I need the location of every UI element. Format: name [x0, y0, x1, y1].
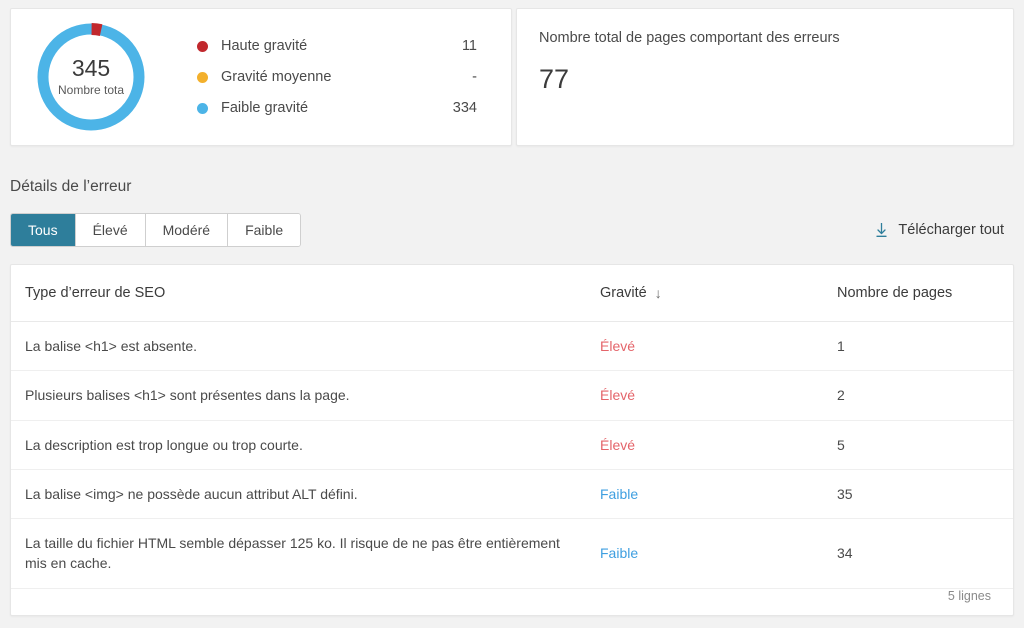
column-header-page-count-label: Nombre de pages — [837, 285, 953, 301]
table-body: La balise <h1> est absente. Élevé 1 Plus… — [11, 321, 1013, 589]
severity-summary-card: 345 Nombre tota Haute gravité 11 Gravité… — [10, 8, 512, 146]
table-header-row: Type d’erreur de SEO Gravité ↓ Nombre de… — [11, 265, 1013, 322]
download-arrow-icon — [876, 223, 888, 237]
legend-item: Gravité moyenne - — [197, 66, 477, 88]
legend-label: Gravité moyenne — [221, 69, 332, 85]
table-footer: 5 lignes — [11, 588, 1013, 615]
table-row[interactable]: La balise <h1> est absente. Élevé 1 — [11, 321, 1013, 372]
tab-modere[interactable]: Modéré — [145, 214, 229, 246]
tab-eleve[interactable]: Élevé — [75, 214, 146, 246]
tab-faible[interactable]: Faible — [228, 214, 301, 246]
cell-page-count: 2 — [823, 370, 1013, 421]
table-row[interactable]: La description est trop longue ou trop c… — [11, 420, 1013, 470]
cell-page-count: 34 — [823, 518, 1013, 589]
cell-severity: Faible — [586, 518, 823, 589]
table-row[interactable]: La taille du fichier HTML semble dépasse… — [11, 518, 1013, 589]
legend-label: Faible gravité — [221, 100, 309, 116]
tab-tous[interactable]: Tous — [11, 214, 76, 246]
table-row[interactable]: Plusieurs balises <h1> sont présentes da… — [11, 370, 1013, 421]
cell-error-type: La balise <img> ne possède aucun attribu… — [11, 469, 586, 520]
severity-dot-medium — [197, 71, 208, 83]
download-all-label: Télécharger tout — [898, 222, 1004, 238]
seo-error-report-page: 345 Nombre tota Haute gravité 11 Gravité… — [0, 0, 1024, 628]
severity-dot-high — [197, 40, 208, 52]
download-all-button[interactable]: Télécharger tout — [875, 222, 1014, 238]
legend-item: Haute gravité 11 — [197, 35, 477, 57]
row-count-label: 5 lignes — [947, 588, 991, 603]
column-header-error-type-label: Type d’erreur de SEO — [25, 285, 166, 301]
legend-item: Faible gravité 334 — [197, 97, 477, 119]
donut-svg — [37, 23, 145, 131]
sort-descending-icon: ↓ — [654, 285, 662, 301]
column-header-severity[interactable]: Gravité ↓ — [586, 265, 823, 322]
summary-row: 345 Nombre tota Haute gravité 11 Gravité… — [10, 8, 1014, 146]
cell-page-count: 1 — [823, 321, 1013, 372]
legend-label: Haute gravité — [221, 38, 308, 54]
donut-segment-low — [37, 23, 145, 131]
table-head: Type d’erreur de SEO Gravité ↓ Nombre de… — [11, 265, 1013, 322]
error-details-table-card: Type d’erreur de SEO Gravité ↓ Nombre de… — [10, 264, 1014, 616]
column-header-severity-label: Gravité — [600, 285, 647, 301]
cell-page-count: 35 — [823, 469, 1013, 520]
donut-chart: 345 Nombre tota — [11, 8, 171, 146]
total-pages-value: 77 — [539, 63, 570, 94]
cell-severity: Élevé — [586, 370, 823, 421]
legend-value: - — [472, 69, 477, 85]
severity-dot-low — [197, 102, 208, 114]
cell-severity: Élevé — [586, 420, 823, 470]
cell-error-type: La taille du fichier HTML semble dépasse… — [11, 518, 586, 589]
cell-page-count: 5 — [823, 420, 1013, 470]
table-row[interactable]: La balise <img> ne possède aucun attribu… — [11, 469, 1013, 520]
cell-error-type: La balise <h1> est absente. — [11, 321, 586, 372]
filter-toolbar: Tous Élevé Modéré Faible Télécharger tou… — [10, 212, 1014, 248]
cell-error-type: La description est trop longue ou trop c… — [11, 420, 586, 470]
column-header-page-count[interactable]: Nombre de pages — [823, 265, 1013, 322]
cell-severity: Élevé — [586, 321, 823, 372]
cell-error-type: Plusieurs balises <h1> sont présentes da… — [11, 370, 586, 421]
total-pages-title: Nombre total de pages comportant des err… — [539, 30, 840, 46]
column-header-error-type[interactable]: Type d’erreur de SEO — [11, 265, 586, 322]
severity-legend: Haute gravité 11 Gravité moyenne - Faibl… — [171, 35, 511, 119]
error-details-table: Type d’erreur de SEO Gravité ↓ Nombre de… — [11, 265, 1013, 589]
total-pages-card: Nombre total de pages comportant des err… — [516, 8, 1014, 146]
severity-filter-tabs: Tous Élevé Modéré Faible — [10, 213, 302, 247]
legend-value: 11 — [461, 38, 477, 54]
cell-severity: Faible — [586, 469, 823, 520]
legend-value: 334 — [452, 100, 477, 116]
page-title: Détails de l’erreur — [10, 178, 132, 195]
